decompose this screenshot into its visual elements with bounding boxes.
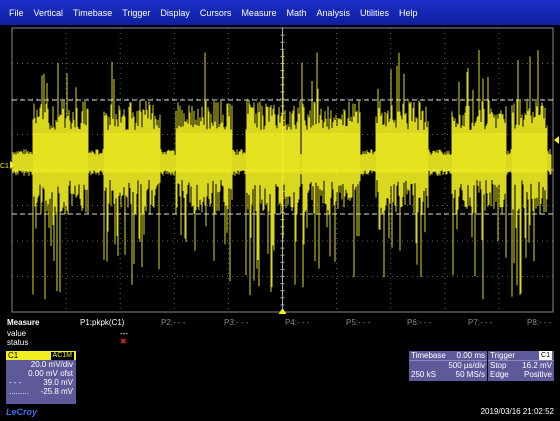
trigger-position-icon [278,308,287,314]
measure-param-p1[interactable]: P1:pkpk(C1) [80,318,124,327]
trigger-label: Trigger [490,351,516,360]
c1-cursor2: ......... -25.8 mV [6,387,76,396]
c1-channel-descriptor[interactable]: C1 AC1M 20.0 mV/div 0.00 mV ofst - - - 3… [6,351,76,404]
menu-trigger[interactable]: Trigger [117,8,155,18]
menu-utilities[interactable]: Utilities [355,8,394,18]
burst-core [302,133,360,173]
measure-param-p4[interactable]: P4:- - - [285,318,309,327]
menu-measure[interactable]: Measure [236,8,281,18]
trigger-mode: Stop [490,361,507,370]
menu-file[interactable]: File [0,8,29,18]
timebase-rate: 50 MS/s [455,370,485,379]
timestamp: 2019/03/16 21:02:52 [480,407,554,416]
menu-cursors[interactable]: Cursors [195,8,237,18]
measure-title: Measure [7,318,40,327]
trigger-level: 16.2 mV [522,361,552,370]
measure-param-p8[interactable]: P8:- - - [527,318,551,327]
red-x-icon: ✖ [120,337,127,346]
dashed-cursor-icon: - - - [9,378,22,387]
burst-core [512,133,547,173]
menu-analysis[interactable]: Analysis [311,8,355,18]
measure-param-p5[interactable]: P5:- - - [346,318,370,327]
burst-core [104,133,160,173]
trigger-source: C1 [539,351,552,360]
timebase-delay: 0.00 ms [456,351,485,360]
burst-core [376,133,428,173]
timebase-tdiv: 500 µs/div [448,361,485,370]
menu-bar: File Vertical Timebase Trigger Display Cursor… [0,0,560,25]
burst-core [33,133,88,173]
c1-cursor1-value: 39.0 mV [43,378,73,387]
menu-display[interactable]: Display [155,8,195,18]
burst-core [452,133,506,173]
trigger-mode-row: Stop 16.2 mV [488,361,554,370]
measure-param-p7[interactable]: P7:- - - [468,318,492,327]
menu-timebase[interactable]: Timebase [68,8,117,18]
trigger-header: Trigger C1 [488,351,554,361]
measure-param-p2[interactable]: P2:- - - [161,318,185,327]
measure-header[interactable]: Measure P1:pkpk(C1) P2:- - - P3:- - - P4:- -… [0,317,560,330]
c1-label: C1 [8,351,19,360]
burst-core [176,133,232,173]
dotted-cursor-icon: ......... [9,387,30,396]
c1-offset: 0.00 mV ofst [28,369,73,378]
trigger-type: Edge [490,370,509,379]
menu-help[interactable]: Help [394,8,423,18]
lecroy-logo: LeCroy [6,407,38,417]
measure-value-label: value [7,329,27,338]
waveform-grid: C1 [0,27,559,314]
timebase-descriptor[interactable]: Timebase 0.00 ms 500 µs/div 250 kS 50 MS… [409,351,487,381]
menu-vertical[interactable]: Vertical [29,8,69,18]
timebase-label: Timebase [411,351,446,360]
menu-math[interactable]: Math [281,8,311,18]
trigger-descriptor[interactable]: Trigger C1 Stop 16.2 mV Edge Positive [488,351,554,381]
channel-marker-label: C1 [0,163,9,170]
burst-core [246,133,300,173]
c1-cursor1: - - - 39.0 mV [6,378,76,387]
timebase-tdiv-row: 500 µs/div [409,361,487,370]
measure-status-label: status [7,338,29,347]
timebase-header: Timebase 0.00 ms [409,351,487,361]
trigger-type-row: Edge Positive [488,370,554,379]
c1-cursor2-value: -25.8 mV [40,387,73,396]
c1-header: C1 AC1M [6,351,76,360]
measure-param-p6[interactable]: P6:- - - [407,318,431,327]
timebase-sample-row: 250 kS 50 MS/s [409,370,487,379]
waveform-display[interactable]: C1 [0,25,560,315]
trigger-slope: Positive [523,370,552,379]
measure-param-p3[interactable]: P3:- - - [224,318,248,327]
trigger-level-icon [554,136,559,144]
timebase-samples: 250 kS [411,370,436,379]
c1-vdiv: 20.0 mV/div [30,360,73,369]
c1-coupling-badge: AC1M [50,351,74,360]
